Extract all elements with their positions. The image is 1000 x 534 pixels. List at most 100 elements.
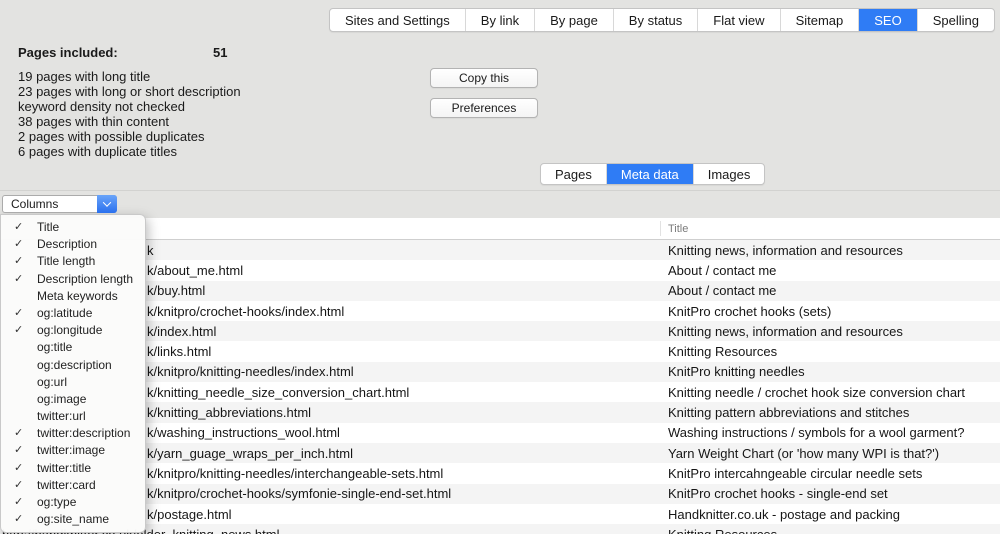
- checkmark-icon: ✓: [14, 442, 23, 459]
- table-row[interactable]: k/index.html Knitting news, information …: [0, 321, 1000, 341]
- copy-this-button[interactable]: Copy this: [430, 68, 538, 88]
- table-row[interactable]: k/postage.html Handknitter.co.uk - posta…: [0, 504, 1000, 524]
- title-cell[interactable]: Washing instructions / symbols for a woo…: [660, 425, 1000, 440]
- chevron-down-icon: [97, 195, 117, 213]
- view-tab[interactable]: Sites and Settings: [330, 9, 466, 31]
- pages-included-label: Pages included:: [18, 45, 118, 60]
- title-cell[interactable]: KnitPro knitting needles: [660, 364, 1000, 379]
- table-row[interactable]: k/yarn_guage_wraps_per_inch.html Yarn We…: [0, 443, 1000, 463]
- checkmark-icon: ✓: [14, 494, 23, 511]
- columns-popup-label: Columns: [11, 197, 58, 211]
- column-menu-item-label: og:image: [37, 392, 86, 406]
- title-cell[interactable]: Knitting Resources: [660, 527, 1000, 534]
- title-cell[interactable]: About / contact me: [660, 283, 1000, 298]
- column-menu-item-label: og:latitude: [37, 306, 92, 320]
- title-cell[interactable]: About / contact me: [660, 263, 1000, 278]
- table-row[interactable]: k/buy.html About / contact me: [0, 281, 1000, 301]
- table-row[interactable]: k/knitting_needle_size_conversion_chart.…: [0, 382, 1000, 402]
- column-menu-item[interactable]: ✓ Description: [1, 236, 145, 253]
- column-menu-item[interactable]: ✓ twitter:card: [1, 477, 145, 494]
- column-menu-item[interactable]: ✓ Description length: [1, 271, 145, 288]
- title-cell[interactable]: Knitting news, information and resources: [660, 243, 1000, 258]
- title-cell[interactable]: KnitPro intercahngeable circular needle …: [660, 466, 1000, 481]
- meta-data-table: Title k Knitting news, information and r…: [0, 218, 1000, 534]
- column-menu-item-label: Title: [37, 220, 59, 234]
- view-tab[interactable]: By page: [535, 9, 614, 31]
- column-menu-item[interactable]: ✓og:title: [1, 339, 145, 356]
- preferences-button[interactable]: Preferences: [430, 98, 538, 118]
- table-row[interactable]: k Knitting news, information and resourc…: [0, 240, 1000, 260]
- checkmark-icon: ✓: [14, 460, 23, 477]
- columns-popup-button[interactable]: Columns: [2, 195, 117, 213]
- table-row[interactable]: http://handknitter.co.uk/older_knitting_…: [0, 524, 1000, 534]
- column-menu-item[interactable]: ✓ twitter:title: [1, 460, 145, 477]
- data-mode-tab-bar: Pages Meta data Images: [540, 163, 765, 185]
- column-menu-item[interactable]: ✓og:image: [1, 391, 145, 408]
- title-cell[interactable]: Knitting Resources: [660, 344, 1000, 359]
- table-row[interactable]: k/knitpro/knitting-needles/index.html Kn…: [0, 362, 1000, 382]
- column-menu-item-label: Description: [37, 237, 97, 251]
- table-rows: k Knitting news, information and resourc…: [0, 240, 1000, 534]
- columns-dropdown-menu: ✓Title ✓Description ✓Title length ✓Descr…: [0, 214, 146, 533]
- column-menu-item[interactable]: ✓og:type: [1, 494, 145, 511]
- title-cell[interactable]: KnitPro crochet hooks (sets): [660, 304, 1000, 319]
- column-menu-item[interactable]: ✓og:url: [1, 374, 145, 391]
- column-menu-item[interactable]: ✓og:site_name: [1, 511, 145, 528]
- view-tab[interactable]: Spelling: [918, 9, 994, 31]
- column-menu-item[interactable]: ✓og:latitude: [1, 305, 145, 322]
- view-tab[interactable]: SEO: [859, 9, 917, 31]
- data-mode-tab[interactable]: Images: [694, 164, 765, 184]
- table-row[interactable]: k/washing_instructions_wool.html Washing…: [0, 423, 1000, 443]
- column-menu-item-label: twitter:card: [37, 478, 96, 492]
- checkmark-icon: ✓: [14, 477, 23, 494]
- column-menu-item[interactable]: ✓twitter:url: [1, 408, 145, 425]
- column-divider[interactable]: [660, 221, 661, 236]
- column-menu-item-label: Description length: [37, 272, 133, 286]
- table-row[interactable]: k/links.html Knitting Resources: [0, 341, 1000, 361]
- column-menu-item[interactable]: ✓ twitter:image: [1, 442, 145, 459]
- view-tab[interactable]: By status: [614, 9, 698, 31]
- seo-summary-line: 2 pages with possible duplicates: [18, 129, 241, 144]
- column-menu-item[interactable]: ✓og:longitude: [1, 322, 145, 339]
- seo-summary-line: keyword density not checked: [18, 99, 241, 114]
- column-menu-item-label: Title length: [37, 254, 95, 268]
- table-row[interactable]: k/knitpro/knitting-needles/interchangeab…: [0, 463, 1000, 483]
- column-menu-item[interactable]: ✓ Title length: [1, 253, 145, 270]
- seo-summary-line: 19 pages with long title: [18, 69, 241, 84]
- column-menu-item[interactable]: ✓og:description: [1, 357, 145, 374]
- view-tab[interactable]: Sitemap: [781, 9, 860, 31]
- table-row[interactable]: k/knitting_abbreviations.html Knitting p…: [0, 402, 1000, 422]
- title-cell[interactable]: Handknitter.co.uk - postage and packing: [660, 507, 1000, 522]
- view-tab[interactable]: By link: [466, 9, 535, 31]
- title-cell[interactable]: Knitting news, information and resources: [660, 324, 1000, 339]
- checkmark-icon: ✓: [14, 236, 23, 253]
- view-tab-bar: Sites and Settings By link By page By st…: [329, 8, 995, 32]
- column-menu-item-label: twitter:image: [37, 443, 105, 457]
- view-tab[interactable]: Flat view: [698, 9, 780, 31]
- column-menu-item-label: twitter:description: [37, 426, 130, 440]
- data-mode-tab[interactable]: Pages: [541, 164, 607, 184]
- checkmark-icon: ✓: [14, 271, 23, 288]
- column-menu-item-label: og:title: [37, 340, 72, 354]
- table-row[interactable]: k/about_me.html About / contact me: [0, 260, 1000, 280]
- column-menu-item-label: twitter:title: [37, 461, 91, 475]
- title-cell[interactable]: Knitting needle / crochet hook size conv…: [660, 385, 1000, 400]
- title-cell[interactable]: KnitPro crochet hooks - single-end set: [660, 486, 1000, 501]
- column-menu-item[interactable]: ✓Meta keywords: [1, 288, 145, 305]
- column-menu-item-label: og:url: [37, 375, 67, 389]
- table-row[interactable]: k/knitpro/crochet-hooks/index.html KnitP…: [0, 301, 1000, 321]
- seo-summary-list: 19 pages with long title 23 pages with l…: [18, 69, 241, 159]
- table-row[interactable]: k/knitpro/crochet-hooks/symfonie-single-…: [0, 484, 1000, 504]
- title-cell[interactable]: Knitting pattern abbreviations and stitc…: [660, 405, 1000, 420]
- checkmark-icon: ✓: [14, 322, 23, 339]
- column-menu-item-label: og:description: [37, 358, 112, 372]
- column-menu-item[interactable]: ✓Title: [1, 219, 145, 236]
- title-cell[interactable]: Yarn Weight Chart (or 'how many WPI is t…: [660, 446, 1000, 461]
- column-menu-item[interactable]: ✓ twitter:description: [1, 425, 145, 442]
- seo-summary-line: 23 pages with long or short description: [18, 84, 241, 99]
- data-mode-tab[interactable]: Meta data: [607, 164, 694, 184]
- title-column-header[interactable]: Title: [668, 223, 688, 235]
- checkmark-icon: ✓: [14, 253, 23, 270]
- seo-summary-line: 6 pages with duplicate titles: [18, 144, 241, 159]
- checkmark-icon: ✓: [14, 425, 23, 442]
